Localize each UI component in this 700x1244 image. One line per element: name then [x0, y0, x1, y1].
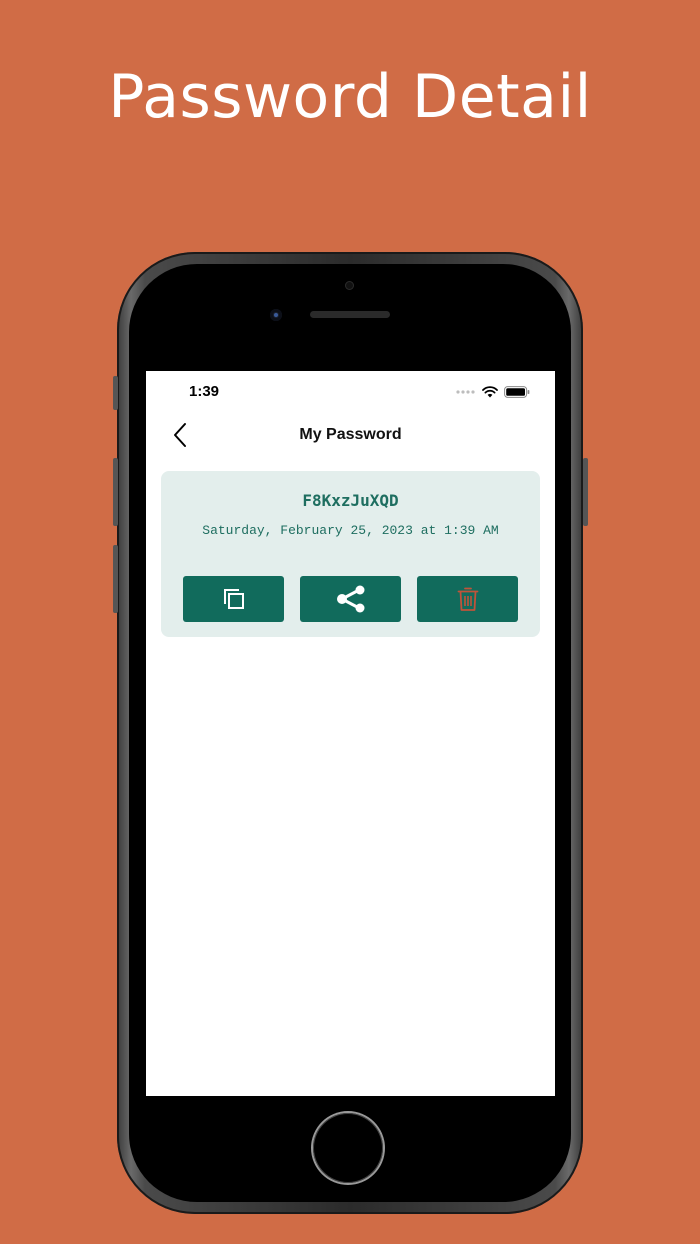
copy-button[interactable] [183, 576, 284, 622]
status-icons [456, 385, 530, 399]
page-title: My Password [299, 426, 402, 443]
share-icon [336, 585, 364, 613]
front-camera [270, 309, 282, 321]
proximity-sensor [345, 281, 354, 290]
volume-up-button [113, 458, 118, 526]
phone-screen: 1:39 My Password F8KxzJuXQD Saturday, Fe… [146, 371, 555, 1096]
copy-icon [223, 589, 244, 609]
password-created-date: Saturday, February 25, 2023 at 1:39 AM [202, 523, 499, 538]
power-button [583, 458, 588, 526]
wifi-icon [482, 386, 498, 398]
share-button[interactable] [300, 576, 401, 622]
volume-down-button [113, 545, 118, 613]
password-actions [183, 576, 518, 622]
status-bar: 1:39 [146, 371, 555, 411]
earpiece-speaker [310, 311, 390, 318]
password-card: F8KxzJuXQD Saturday, February 25, 2023 a… [161, 471, 540, 637]
signal-dots-icon [456, 390, 475, 394]
navigation-bar: My Password [146, 411, 555, 459]
battery-icon [504, 386, 530, 398]
headline: Password Detail [108, 62, 592, 132]
home-button[interactable] [313, 1113, 383, 1183]
delete-button[interactable] [417, 576, 518, 622]
password-value: F8KxzJuXQD [302, 491, 399, 510]
status-time: 1:39 [189, 383, 220, 400]
mute-switch [113, 376, 118, 410]
trash-icon [457, 587, 478, 611]
